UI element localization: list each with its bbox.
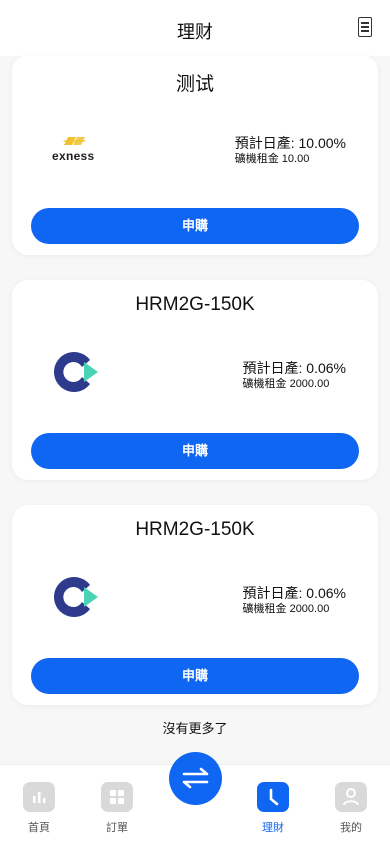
rental-price: 礦機租金 2000.00 [242,603,330,615]
c-logo [48,571,100,623]
tab-label: 我的 [340,822,362,834]
product-card: HRM2G-150K 預計日產: 0.06% 礦機租金 2000.00 申購 [12,505,378,705]
page-title: 理财 [177,22,213,42]
exness-logo-text: exness [52,149,95,163]
rental-price: 礦機租金 10.00 [234,153,310,165]
top-bar: 理财 [0,0,390,56]
product-name: HRM2G-150K [135,519,255,540]
daily-yield: 預計日產: 10.00% [234,135,346,151]
swap-icon [182,767,209,789]
tab-label: 首頁 [28,822,50,834]
product-card: HRM2G-150K 預計日產: 0.06% 礦機租金 2000.00 申購 [12,280,378,480]
product-name: HRM2G-150K [135,294,255,315]
clock-icon [257,782,289,812]
rental-price: 礦機租金 2000.00 [242,378,330,390]
product-info: 預計日產: 10.00% 礦機租金 10.00 [235,134,346,167]
product-info: 預計日產: 0.06% 礦機租金 2000.00 [243,359,346,392]
tab-label: 理財 [262,822,284,834]
daily-yield: 預計日產: 0.06% [242,360,346,376]
subscribe-button[interactable]: 申購 [31,658,359,694]
tab-label: 訂單 [106,822,128,834]
exness-logo: exness [46,135,118,165]
c-logo [48,346,100,398]
bar-chart-icon [23,782,55,812]
tab-orders[interactable]: 訂單 [92,782,142,835]
subscribe-button[interactable]: 申購 [31,208,359,244]
product-info: 預計日產: 0.06% 礦機租金 2000.00 [243,584,346,617]
exchange-button[interactable] [169,752,222,805]
product-card: 测试 exness 預計日產: 10.00% 礦機租金 10.00 申購 [12,55,378,255]
user-icon [335,782,367,812]
tab-finance[interactable]: 理財 [248,782,298,835]
grid-icon [101,782,133,812]
tab-home[interactable]: 首頁 [14,782,64,835]
document-icon[interactable] [358,17,372,37]
product-name: 测试 [175,74,214,95]
no-more-text: 沒有更多了 [162,721,228,736]
tab-profile[interactable]: 我的 [326,782,376,835]
subscribe-button[interactable]: 申購 [31,433,359,469]
daily-yield: 預計日產: 0.06% [242,585,346,601]
